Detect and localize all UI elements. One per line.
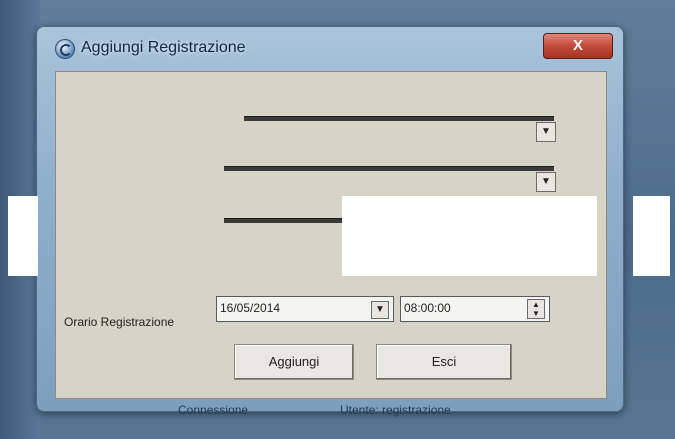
date-picker[interactable]: 16/05/2014 ▼ bbox=[216, 296, 394, 322]
dropdown-2[interactable] bbox=[224, 166, 554, 171]
dropdown-1[interactable] bbox=[244, 116, 554, 121]
close-button[interactable]: X bbox=[543, 33, 613, 59]
time-picker[interactable]: 08:00:00 ▲ ▼ bbox=[400, 296, 550, 322]
date-dropdown-arrow-icon[interactable]: ▼ bbox=[371, 301, 389, 319]
date-value: 16/05/2014 bbox=[220, 301, 281, 315]
window-title: Aggiungi Registrazione bbox=[81, 39, 246, 56]
add-button[interactable]: Aggiungi bbox=[234, 344, 354, 380]
white-occlusion-center bbox=[342, 196, 597, 276]
time-value: 08:00:00 bbox=[404, 301, 451, 315]
taskbar-left-text: Connessione bbox=[178, 403, 249, 417]
dropdown-2-arrow-icon[interactable]: ▼ bbox=[536, 172, 556, 192]
app-icon bbox=[55, 39, 75, 59]
dropdown-1-arrow-icon[interactable]: ▼ bbox=[536, 122, 556, 142]
white-occlusion-left bbox=[8, 196, 38, 276]
taskbar-right-text: Utente: registrazione bbox=[340, 403, 451, 417]
orario-label: Orario Registrazione bbox=[64, 315, 175, 329]
exit-button[interactable]: Esci bbox=[376, 344, 512, 380]
time-spin-icon[interactable]: ▲ ▼ bbox=[527, 299, 545, 319]
white-occlusion-right bbox=[633, 196, 670, 276]
